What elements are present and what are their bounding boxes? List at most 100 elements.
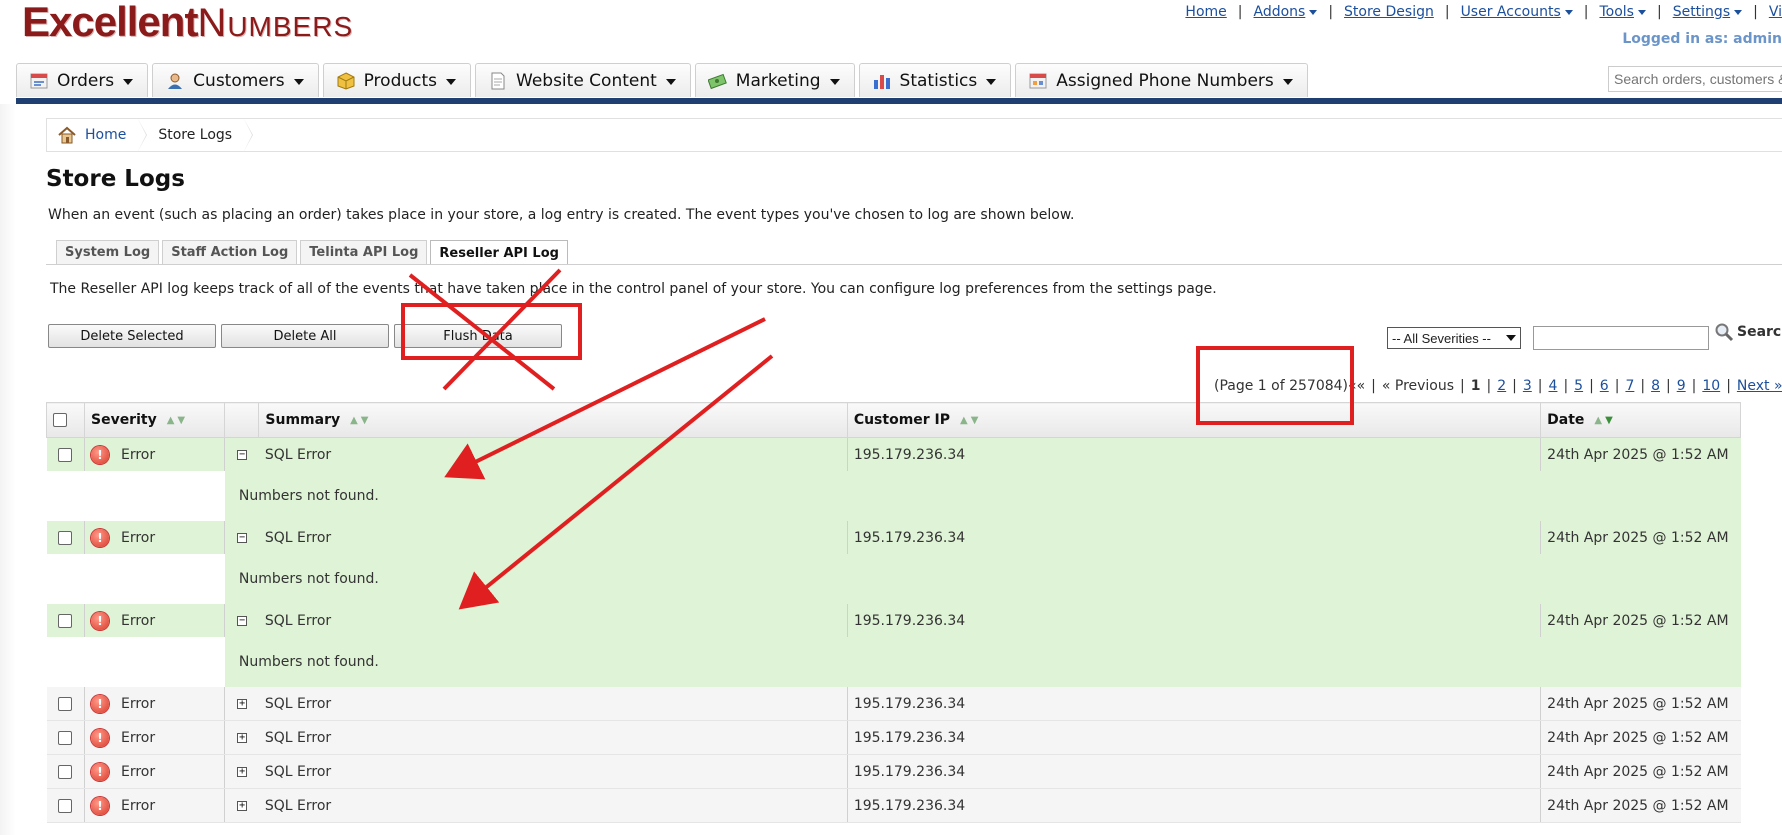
summary-cell: SQL Error [258, 521, 848, 554]
tab-telinta-api-log[interactable]: Telinta API Log [300, 240, 428, 264]
global-search-input[interactable] [1608, 66, 1782, 92]
ip-cell: 195.179.236.34 [846, 437, 1541, 471]
sort-arrows-icon[interactable]: ▲ ▼ [960, 415, 981, 426]
toplink-user-accounts[interactable]: User Accounts [1461, 4, 1573, 20]
table-row[interactable]: ! Error − SQL Error 195.179.236.34 24th … [46, 521, 1741, 554]
sort-arrows-icon[interactable]: ▲ ▼ [1594, 415, 1615, 426]
row-detail: Numbers not found. [46, 554, 1741, 604]
home-icon [58, 126, 76, 144]
date-cell: 24th Apr 2025 @ 1:52 AM [1540, 687, 1741, 721]
ip-cell: 195.179.236.34 [846, 720, 1541, 755]
brand-name-part1: Excellent [22, 0, 198, 45]
page-link-6[interactable]: 6 [1600, 378, 1609, 394]
phone-numbers-icon [1029, 73, 1047, 88]
tab-reseller-api-log[interactable]: Reseller API Log [430, 240, 568, 265]
table-row[interactable]: ! Error − SQL Error 195.179.236.34 24th … [46, 437, 1741, 471]
chevron-down-icon [293, 79, 304, 85]
menu-website-content[interactable]: Website Content [475, 63, 691, 97]
date-cell: 24th Apr 2025 @ 1:52 AM [1540, 604, 1741, 637]
toplink-store-design[interactable]: Store Design [1344, 4, 1434, 20]
row-detail: Numbers not found. [46, 471, 1741, 521]
menu-customers[interactable]: Customers [152, 63, 319, 97]
select-all-checkbox[interactable] [53, 413, 67, 427]
column-summary[interactable]: Summary ▲ ▼ [258, 402, 848, 438]
search-button[interactable]: Search [1714, 322, 1782, 342]
brand-name-part2: Numbers [197, 1, 354, 45]
delete-selected-button[interactable]: Delete Selected [48, 324, 216, 348]
page-info: (Page 1 of 257084) [1214, 378, 1349, 394]
toplink-view-store[interactable]: Vi [1769, 4, 1782, 20]
page-link-5[interactable]: 5 [1574, 378, 1583, 394]
row-checkbox[interactable] [58, 764, 73, 779]
menu-products[interactable]: Products [322, 63, 472, 97]
date-cell: 24th Apr 2025 @ 1:52 AM [1540, 754, 1741, 789]
tab-staff-action-log[interactable]: Staff Action Log [162, 240, 298, 264]
severity-filter-select[interactable]: -- All Severities -- [1387, 327, 1521, 349]
table-row[interactable]: ! Error − SQL Error 195.179.236.34 24th … [46, 604, 1741, 637]
row-checkbox[interactable] [58, 530, 73, 545]
table-row[interactable]: ! Error + SQL Error 195.179.236.34 24th … [46, 720, 1741, 755]
row-checkbox[interactable] [58, 447, 73, 462]
first-page-link[interactable]: «« [1348, 378, 1365, 394]
row-checkbox[interactable] [58, 613, 73, 628]
page-link-2[interactable]: 2 [1497, 378, 1506, 394]
page-link-8[interactable]: 8 [1651, 378, 1660, 394]
collapse-toggle-icon[interactable]: − [237, 449, 248, 460]
expand-toggle-icon[interactable]: + [237, 800, 248, 811]
row-checkbox[interactable] [58, 798, 73, 813]
sort-arrows-icon[interactable]: ▲ ▼ [350, 415, 371, 426]
website-content-icon [491, 72, 505, 89]
previous-page-link[interactable]: « Previous [1382, 378, 1454, 394]
menu-statistics[interactable]: Statistics [858, 63, 1012, 97]
date-cell: 24th Apr 2025 @ 1:52 AM [1540, 437, 1741, 471]
flush-data-button[interactable]: Flush Data [394, 324, 562, 348]
summary-cell: SQL Error [258, 788, 848, 823]
toplink-home[interactable]: Home [1185, 4, 1226, 20]
page-link-10[interactable]: 10 [1702, 378, 1720, 394]
error-icon: ! [90, 445, 109, 464]
page-link-4[interactable]: 4 [1549, 378, 1558, 394]
tab-system-log[interactable]: System Log [56, 240, 160, 264]
statistics-icon [873, 74, 890, 89]
chevron-down-icon [1506, 335, 1516, 341]
column-customer-ip[interactable]: Customer IP ▲ ▼ [846, 402, 1542, 438]
table-row[interactable]: ! Error + SQL Error 195.179.236.34 24th … [46, 687, 1741, 721]
breadcrumb-home[interactable]: Home [47, 119, 148, 151]
next-page-link[interactable]: Next » [1737, 378, 1782, 394]
row-checkbox[interactable] [58, 730, 73, 745]
logged-in-status: Logged in as: admin [1622, 31, 1782, 47]
row-checkbox[interactable] [58, 696, 73, 711]
brand-logo[interactable]: Excellent Numbers [22, 0, 353, 46]
orders-icon [30, 73, 48, 88]
log-search-input[interactable] [1533, 326, 1709, 350]
collapse-toggle-icon[interactable]: − [237, 532, 248, 543]
expand-toggle-icon[interactable]: + [237, 766, 248, 777]
delete-all-button[interactable]: Delete All [221, 324, 389, 348]
top-links: Home | Addons | Store Design | User Account… [1185, 4, 1782, 20]
log-description: The Reseller API log keeps track of all … [50, 281, 1217, 297]
ip-cell: 195.179.236.34 [846, 687, 1541, 721]
breadcrumb: Home Store Logs [46, 118, 1782, 152]
menu-orders[interactable]: Orders [16, 63, 149, 97]
collapse-toggle-icon[interactable]: − [237, 615, 248, 626]
expand-toggle-icon[interactable]: + [237, 732, 248, 743]
page-link-3[interactable]: 3 [1523, 378, 1532, 394]
severity-cell: Error [114, 720, 225, 755]
toplink-settings[interactable]: Settings [1673, 4, 1743, 20]
table-row[interactable]: ! Error + SQL Error 195.179.236.34 24th … [46, 788, 1741, 823]
page-link-9[interactable]: 9 [1677, 378, 1686, 394]
page-link-7[interactable]: 7 [1625, 378, 1634, 394]
date-cell: 24th Apr 2025 @ 1:52 AM [1540, 720, 1741, 755]
menu-assigned-phone-numbers[interactable]: Assigned Phone Numbers [1015, 63, 1308, 97]
toplink-addons[interactable]: Addons [1253, 4, 1318, 20]
table-row[interactable]: ! Error + SQL Error 195.179.236.34 24th … [46, 754, 1741, 789]
sort-arrows-icon[interactable]: ▲ ▼ [167, 415, 188, 426]
error-icon: ! [90, 762, 109, 781]
toplink-tools[interactable]: Tools [1599, 4, 1646, 20]
menu-marketing[interactable]: Marketing [694, 63, 855, 97]
expand-toggle-icon[interactable]: + [237, 698, 248, 709]
column-severity[interactable]: Severity ▲ ▼ [83, 402, 226, 438]
column-date[interactable]: Date ▲ ▼ [1540, 402, 1741, 438]
current-page: 1 [1470, 378, 1481, 394]
ip-cell: 195.179.236.34 [846, 521, 1541, 554]
